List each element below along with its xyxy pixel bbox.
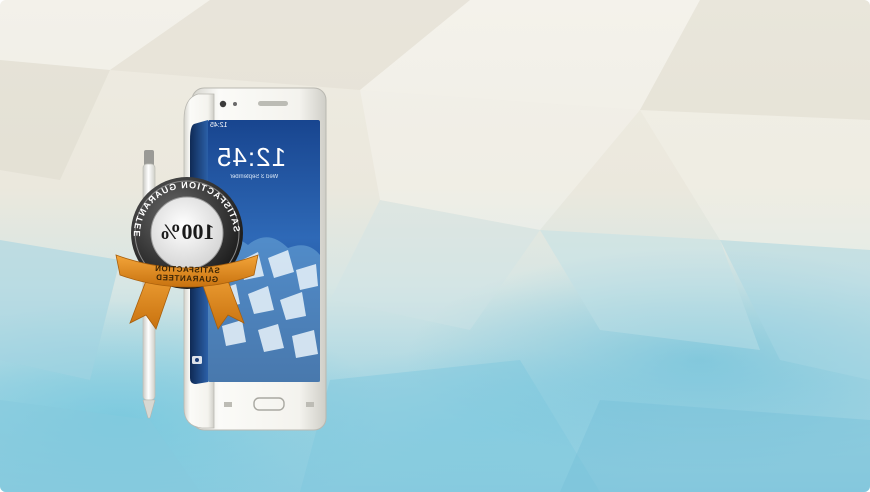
hero-banner: 12:45 Wed 3 September 12:45 SATISFACTION…	[0, 0, 870, 492]
satisfaction-guaranteed-badge: SATISFACTION GUARANTEED 100% SATISFACTIO…	[112, 165, 262, 335]
badge-ring-text: SATISFACTION GUARANTEED	[132, 165, 262, 238]
badge-percent: 100%	[159, 219, 215, 244]
status-bar-time: 12:45	[210, 122, 228, 129]
